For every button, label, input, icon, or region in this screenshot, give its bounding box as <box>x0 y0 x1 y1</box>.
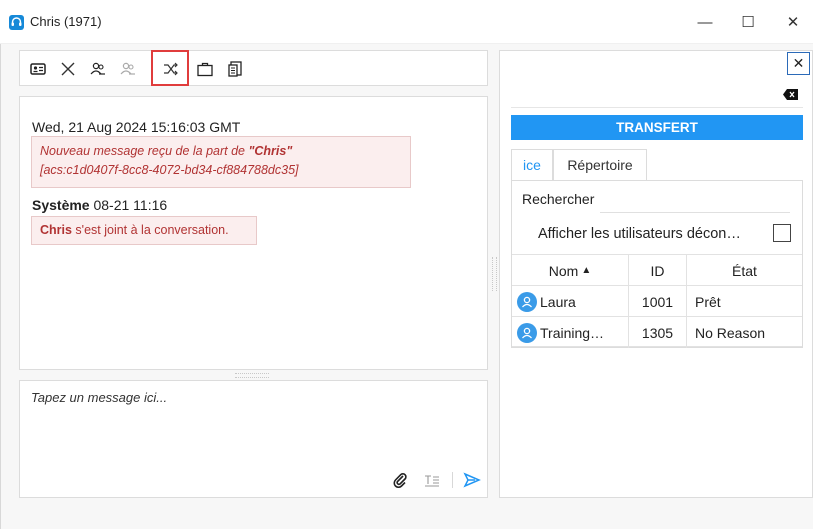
incoming-message-notice: Nouveau message reçu de la part de "Chri… <box>31 136 411 188</box>
column-header-id[interactable]: ID <box>628 255 686 286</box>
search-label: Rechercher <box>522 191 595 207</box>
backspace-icon[interactable] <box>783 87 798 100</box>
users-disabled-icon[interactable] <box>118 59 138 79</box>
show-offline-label: Afficher les utilisateurs décon… <box>538 226 741 242</box>
system-sender: Système <box>32 197 90 213</box>
minimize-button[interactable]: — <box>685 8 725 36</box>
panel-divider <box>511 107 803 108</box>
compose-separator <box>452 472 453 488</box>
conversation-panel: Wed, 21 Aug 2024 15:16:03 GMT Nouveau me… <box>19 96 488 370</box>
show-offline-checkbox[interactable] <box>773 224 791 242</box>
user-avatar-icon <box>517 322 537 343</box>
horizontal-splitter-handle[interactable] <box>235 373 269 378</box>
table-header-row: Nom ▲ ID État <box>512 254 802 286</box>
table-row[interactable]: Training… 1305 No Reason <box>512 316 802 348</box>
contact-card-icon[interactable] <box>28 59 48 79</box>
transfer-tool-highlight <box>151 50 189 86</box>
transfer-tabs: ice Répertoire <box>511 149 803 181</box>
tab-ice[interactable]: ice <box>511 149 553 181</box>
briefcase-icon[interactable] <box>195 59 215 79</box>
search-input[interactable] <box>600 212 790 213</box>
send-icon[interactable] <box>463 472 481 488</box>
close-panel-button[interactable]: ✕ <box>787 52 810 75</box>
system-time: 08-21 11:16 <box>93 197 168 213</box>
user-name-cell: Laura <box>512 286 628 317</box>
notice-prefix: Nouveau message reçu de la part de <box>40 144 249 158</box>
app-headset-icon <box>9 15 24 30</box>
user-id-cell: 1305 <box>628 317 686 348</box>
user-name-cell: Training… <box>512 317 628 348</box>
column-name-label: Nom <box>548 262 579 279</box>
table-row[interactable]: Laura 1001 Prêt <box>512 285 802 317</box>
user-id-cell: 1001 <box>628 286 686 317</box>
close-window-button[interactable]: ✕ <box>773 8 813 36</box>
sort-ascending-icon: ▲ <box>581 265 592 276</box>
notice-line-1: Nouveau message reçu de la part de "Chri… <box>40 142 402 161</box>
text-format-icon[interactable] <box>424 472 440 488</box>
tab-repertoire[interactable]: Répertoire <box>553 149 647 181</box>
column-header-name[interactable]: Nom ▲ <box>512 255 628 286</box>
vertical-splitter-handle[interactable] <box>492 257 497 291</box>
compose-area[interactable]: Tapez un message ici... <box>19 380 488 498</box>
user-state-cell: Prêt <box>686 286 802 317</box>
user-name: Training… <box>540 324 605 341</box>
join-text: s'est joint à la conversation. <box>71 223 229 237</box>
tab-content: Rechercher Afficher les utilisateurs déc… <box>511 180 803 348</box>
transfer-header: TRANSFERT <box>511 115 803 140</box>
column-header-state[interactable]: État <box>686 255 802 286</box>
message-input-placeholder[interactable]: Tapez un message ici... <box>31 390 167 405</box>
chat-toolbar <box>19 50 488 86</box>
message-timestamp: Wed, 21 Aug 2024 15:16:03 GMT <box>32 119 241 135</box>
join-notice: Chris s'est joint à la conversation. <box>31 216 257 245</box>
hangup-x-icon[interactable] <box>58 59 78 79</box>
user-avatar-icon <box>517 291 537 312</box>
title-bar: Chris (1971) — ☐ ✕ <box>0 0 813 44</box>
join-user-name: Chris <box>40 223 72 237</box>
transfer-panel: ✕ TRANSFERT ice Répertoire Rechercher Af… <box>499 50 813 498</box>
window-title: Chris (1971) <box>30 14 102 29</box>
maximize-button[interactable]: ☐ <box>728 8 768 36</box>
user-state-cell: No Reason <box>686 317 802 348</box>
notice-sender-name: "Chris" <box>248 144 293 158</box>
notice-conversation-id: [acs:c1d0407f-8cc8-4072-bd34-cf884788dc3… <box>40 163 299 177</box>
user-name: Laura <box>540 293 576 310</box>
system-message-header: Système 08-21 11:16 <box>32 197 167 213</box>
users-icon[interactable] <box>88 59 108 79</box>
paperclip-icon[interactable] <box>392 472 408 489</box>
document-stack-icon[interactable] <box>225 59 245 79</box>
